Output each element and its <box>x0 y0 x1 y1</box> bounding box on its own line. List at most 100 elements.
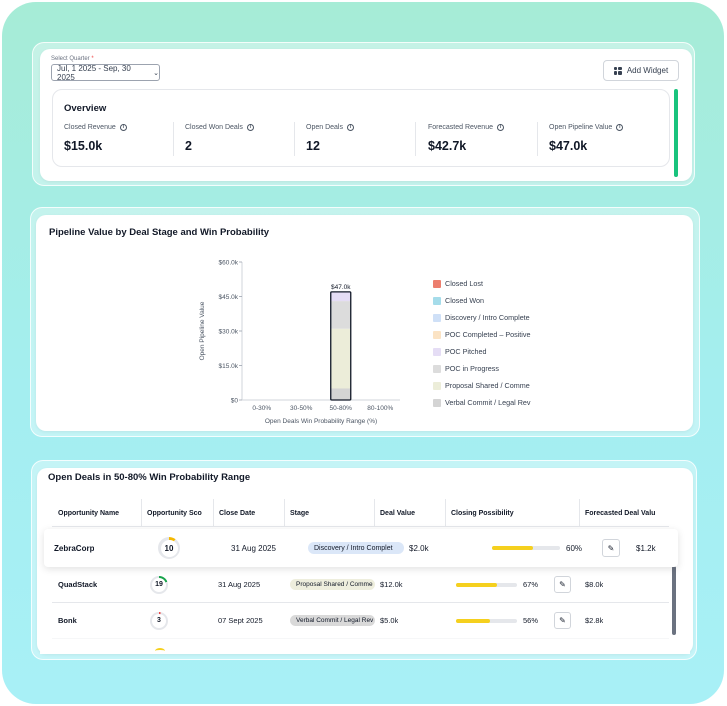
add-widget-button[interactable]: Add Widget <box>603 60 679 81</box>
stage-cell: Proposal Shared / Comme <box>290 567 375 602</box>
score-cell: 10 <box>158 529 180 567</box>
column-header-closing-possibility[interactable]: Closing Possibility <box>445 499 579 527</box>
score-cell: 3 <box>150 603 168 638</box>
edit-button[interactable]: ✎ <box>602 539 620 557</box>
info-icon[interactable]: i <box>496 124 504 131</box>
opportunity-name[interactable]: ZebraCorp <box>54 529 94 567</box>
legend-item[interactable]: POC in Progress <box>433 360 537 377</box>
pencil-icon: ✎ <box>559 616 566 625</box>
info-icon[interactable]: i <box>119 124 127 131</box>
legend-item[interactable]: Closed Lost <box>433 275 537 292</box>
legend-item[interactable]: Proposal Shared / Comme <box>433 377 537 394</box>
grid-plus-icon <box>613 66 622 75</box>
kpi-divider <box>294 122 295 156</box>
closing-possibility-bar <box>456 618 517 623</box>
score-ring: 10 <box>158 537 180 559</box>
legend-label: POC Completed – Positive <box>445 330 531 339</box>
chart-title: Pipeline Value by Deal Stage and Win Pro… <box>49 227 270 238</box>
opportunity-name[interactable]: QuadStack <box>58 567 97 602</box>
legend-swatch <box>433 313 441 322</box>
bar-total-label: $47.0k <box>331 284 351 291</box>
edit-cell: ✎ <box>602 529 620 567</box>
closing-possibility-bar <box>492 546 560 550</box>
x-tick-label: 30-50% <box>290 405 313 412</box>
pencil-icon: ✎ <box>559 580 566 589</box>
forecasted-value: $1.2k <box>636 543 656 553</box>
bar-segment <box>330 301 351 329</box>
close-date: 31 Aug 2025 <box>231 543 276 553</box>
table-header: Opportunity Name Opportunity Sco Close D… <box>52 499 669 527</box>
column-header-opportunity-score[interactable]: Opportunity Sco <box>141 499 213 527</box>
info-icon[interactable]: i <box>346 124 354 131</box>
stage-cell: Verbal Commit / Legal Rev <box>290 603 375 638</box>
edit-cell: ✎ <box>554 603 571 638</box>
x-tick-label: 50-80% <box>330 405 353 412</box>
score-ring: 19 <box>150 575 168 594</box>
forecasted-value: $2.8k <box>585 616 604 625</box>
opportunity-name[interactable]: Bonk <box>58 603 77 638</box>
closing-possibility-value: 67% <box>523 580 539 589</box>
table-row[interactable]: Bonk 3 07 Sept 2025 Verbal Commit / Lega… <box>52 603 669 639</box>
chevron-down-icon: ⌄ <box>153 69 159 77</box>
kpi-divider <box>173 122 174 156</box>
legend-label: Proposal Shared / Comme <box>445 381 530 390</box>
legend-item[interactable]: Discovery / Intro Complete <box>433 309 537 326</box>
column-header-opportunity-name[interactable]: Opportunity Name <box>52 499 141 527</box>
kpi-forecasted-revenue: Forecasted Revenue i $42.7k <box>428 124 504 153</box>
closing-possibility-fill <box>492 546 533 550</box>
stage-cell: Discovery / Intro Complet <box>308 529 404 567</box>
edit-button[interactable]: ✎ <box>554 576 571 593</box>
closing-possibility-fill <box>456 582 497 587</box>
closing-possibility-value: 56% <box>523 616 539 625</box>
edit-button[interactable]: ✎ <box>554 612 571 629</box>
close-date: 31 Aug 2025 <box>218 580 261 589</box>
legend-swatch <box>433 279 441 288</box>
legend-label: Closed Lost <box>445 279 483 288</box>
close-date: 07 Sept 2025 <box>218 616 263 625</box>
table-row[interactable]: ZebraCorp 10 31 Aug 2025 Discovery / Int… <box>44 529 678 567</box>
score-value: 10 <box>160 539 178 557</box>
score-value: 3 <box>152 613 166 628</box>
legend-item[interactable]: POC Pitched <box>433 343 537 360</box>
score-value: 19 <box>152 577 166 592</box>
legend-swatch <box>433 364 441 373</box>
kpi-value: $42.7k <box>428 139 467 153</box>
next-row-score-ring-peek <box>155 648 165 654</box>
x-tick-label: 80-100% <box>367 405 393 412</box>
quarter-select-label: Select Quarter * <box>51 56 94 62</box>
kpi-value: 2 <box>185 139 192 153</box>
legend-item[interactable]: POC Completed – Positive <box>433 326 537 343</box>
bar-segment <box>330 291 351 302</box>
table-scrollbar[interactable] <box>672 566 676 635</box>
x-tick-label: 0-30% <box>252 405 271 412</box>
kpi-divider <box>415 122 416 156</box>
chart-legend: Closed Lost Closed Won Discovery / Intro C… <box>433 275 537 411</box>
column-header-close-date[interactable]: Close Date <box>213 499 284 527</box>
info-icon[interactable]: i <box>616 124 624 131</box>
quarter-select-value: Jul, 1 2025 - Sep, 30 2025 <box>57 63 131 82</box>
column-header-forecasted-deal-value[interactable]: Forecasted Deal Valu <box>579 499 669 527</box>
y-tick-label: $0 <box>231 398 239 405</box>
legend-item[interactable]: Verbal Commit / Legal Rev <box>433 394 537 411</box>
table-row[interactable]: QuadStack 19 31 Aug 2025 Proposal Shared… <box>52 567 669 603</box>
column-header-stage[interactable]: Stage <box>284 499 374 527</box>
possibility-bar-cell <box>456 567 517 602</box>
forecasted-value: $8.0k <box>585 580 604 589</box>
legend-label: POC Pitched <box>445 347 487 356</box>
kpi-value: $15.0k <box>64 139 103 153</box>
stage-badge: Discovery / Intro Complet <box>308 542 404 554</box>
legend-label: POC in Progress <box>445 364 499 373</box>
kpi-value: $47.0k <box>549 139 588 153</box>
kpi-open-deals: Open Deals i 12 <box>306 124 354 153</box>
legend-swatch <box>433 296 441 305</box>
deal-value: $2.0k <box>409 543 429 553</box>
quarter-select[interactable]: Jul, 1 2025 - Sep, 30 2025 ⌄ <box>51 63 160 82</box>
info-icon[interactable]: i <box>246 124 254 131</box>
legend-swatch <box>433 330 441 339</box>
column-header-deal-value[interactable]: Deal Value <box>374 499 445 527</box>
add-widget-label: Add Widget <box>626 66 669 75</box>
scroll-indicator[interactable] <box>674 89 678 177</box>
y-tick-label: $30.0k <box>218 329 238 336</box>
legend-item[interactable]: Closed Won <box>433 292 537 309</box>
stage-badge: Verbal Commit / Legal Rev <box>290 615 375 626</box>
